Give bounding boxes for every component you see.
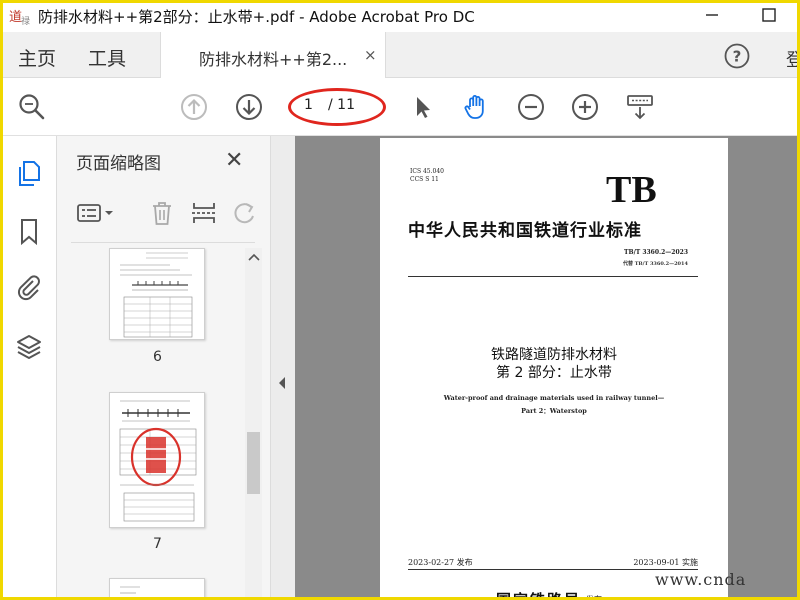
issue-date: 2023-02-27 发布 <box>408 558 473 567</box>
site-logo-icon: 道 禄 <box>7 6 35 27</box>
zoom-out-icon[interactable] <box>516 92 546 122</box>
header-rule <box>408 276 698 277</box>
delete-page-icon[interactable] <box>147 198 177 228</box>
document-title-line1: 铁路隧道防排水材料 <box>491 347 617 363</box>
previous-page-icon[interactable] <box>179 92 209 122</box>
thumbnail-7-preview <box>119 400 197 522</box>
zoom-search-icon[interactable] <box>17 92 47 122</box>
layers-icon[interactable] <box>14 332 44 362</box>
options-menu-icon[interactable] <box>75 198 119 228</box>
title-bar: 道 禄 防排水材料++第2部分：止水带+.pdf - Adobe Acrobat… <box>0 0 800 32</box>
document-tab-label: 防排水材料++第2... <box>199 50 348 69</box>
replaces-standard: 代替 TB/T 3360.2—2014 <box>622 261 688 267</box>
keyboard-scroll-icon[interactable] <box>625 92 655 122</box>
document-tab[interactable]: 防排水材料++第2... × <box>160 32 386 78</box>
thumbnail-scrollbar[interactable] <box>245 248 262 600</box>
help-icon[interactable]: ? <box>723 42 751 70</box>
panel-collapse-handle[interactable] <box>271 136 295 600</box>
document-title-line2: 第 2 部分：止水带 <box>496 365 612 381</box>
signin-button[interactable]: 登 <box>786 46 800 72</box>
minimize-icon[interactable] <box>698 4 726 26</box>
panel-title: 页面缩略图 <box>76 154 161 174</box>
thumbnails-panel: 页面缩略图 ✕ 6 7 <box>57 136 271 600</box>
attachment-icon[interactable] <box>14 272 44 302</box>
collapse-arrow-icon[interactable] <box>277 376 287 390</box>
issuer-name: 国家铁路局 <box>496 591 582 600</box>
standard-code: TB/T 3360.2—2023 <box>624 249 688 256</box>
close-tab-icon[interactable]: × <box>364 46 377 64</box>
tb-logo: TB <box>606 169 657 211</box>
tab-bar: 主页 工具 防排水材料++第2... × ? 登 <box>0 32 800 78</box>
svg-text:禄: 禄 <box>21 15 30 27</box>
thumbnail-page-6[interactable] <box>109 248 205 340</box>
thumbnail-label-6: 6 <box>153 349 162 365</box>
home-tab[interactable]: 主页 <box>18 44 56 71</box>
thumbnail-page-7[interactable] <box>109 392 205 528</box>
select-cursor-icon[interactable] <box>407 92 437 122</box>
thumbnail-next-preview <box>120 586 140 594</box>
next-page-icon[interactable] <box>234 92 264 122</box>
ics-code: ICS 45.040 CCS S 11 <box>410 168 444 184</box>
window-title: 防排水材料++第2部分：止水带+.pdf - Adobe Acrobat Pro… <box>38 8 475 26</box>
left-rail <box>0 136 57 600</box>
implementation-date: 2023-09-01 实施 <box>633 558 698 567</box>
bookmark-icon[interactable] <box>14 216 44 246</box>
tools-tab[interactable]: 工具 <box>88 44 126 71</box>
standard-title: 中华人民共和国铁道行业标准 <box>408 221 642 241</box>
scroll-up-icon[interactable] <box>248 252 260 262</box>
zoom-in-icon[interactable] <box>570 92 600 122</box>
close-panel-icon[interactable]: ✕ <box>225 148 243 173</box>
document-viewport[interactable]: ICS 45.040 CCS S 11 TB 中华人民共和国铁道行业标准 TB/… <box>295 136 800 600</box>
page-highlight-oval <box>288 88 386 126</box>
document-page: ICS 45.040 CCS S 11 TB 中华人民共和国铁道行业标准 TB/… <box>380 138 728 600</box>
panel-separator <box>71 242 255 243</box>
svg-text:?: ? <box>733 48 742 66</box>
page-thumbnails-icon[interactable] <box>14 158 44 188</box>
hand-tool-icon[interactable] <box>461 92 491 122</box>
thumbnail-label-7: 7 <box>153 536 162 552</box>
extract-page-icon[interactable] <box>189 198 219 228</box>
english-title-line1: Water-proof and drainage materials used … <box>443 394 665 402</box>
english-title-line2: Part 2：Waterstop <box>521 407 587 415</box>
panel-toolbar <box>71 194 261 234</box>
rotate-page-icon[interactable] <box>229 198 259 228</box>
site-watermark: www.cnda <box>655 570 747 589</box>
ics-line: ICS 45.040 <box>410 168 444 175</box>
thumbnail-6-preview <box>120 252 193 338</box>
maximize-icon[interactable] <box>755 4 783 26</box>
toolbar: 1 / 11 <box>0 78 800 136</box>
issuer-suffix: 发布 <box>586 595 602 600</box>
thumbnail-page-next[interactable] <box>109 578 205 600</box>
ccs-line: CCS S 11 <box>410 176 439 183</box>
scrollbar-thumb[interactable] <box>247 432 260 494</box>
